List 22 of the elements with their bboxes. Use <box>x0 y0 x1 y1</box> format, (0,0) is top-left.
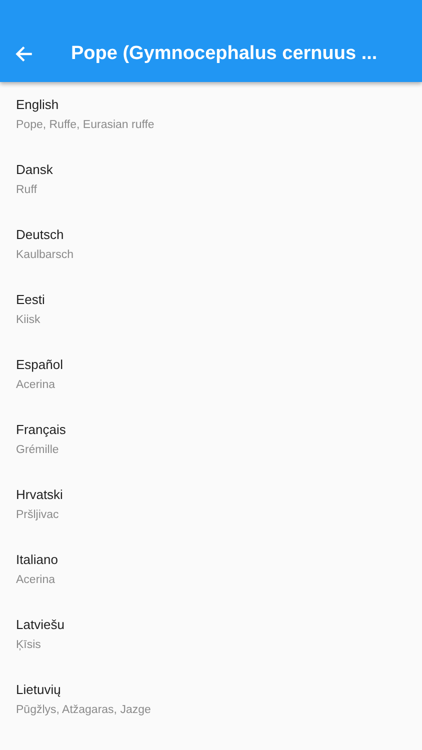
language-label: Deutsch <box>16 226 64 244</box>
language-label: Dansk <box>16 161 53 179</box>
screen-title: Pope (Gymnocephalus cernuus ... <box>71 42 378 66</box>
language-label: Español <box>16 356 63 374</box>
common-name: Pūgžlys, Atžagaras, Jazge <box>16 703 151 718</box>
common-name: Kaulbarsch <box>16 248 74 263</box>
common-name: Acerina <box>16 378 55 393</box>
language-label: Français <box>16 421 66 439</box>
common-name: Pope, Ruffe, Eurasian ruffe <box>16 118 154 133</box>
common-name: Pršljivac <box>16 508 59 523</box>
common-name: Kiisk <box>16 313 40 328</box>
common-name: Grémille <box>16 443 59 458</box>
language-label: Hrvatski <box>16 486 63 504</box>
back-arrow-icon <box>15 45 33 63</box>
common-name: Ruff <box>16 183 37 198</box>
language-label: Italiano <box>16 551 58 569</box>
language-label: Latviešu <box>16 616 64 634</box>
common-name: Ķīsis <box>16 638 41 653</box>
common-name: Acerina <box>16 573 55 588</box>
language-label: Eesti <box>16 291 45 309</box>
language-label: English <box>16 96 59 114</box>
language-label: Lietuvių <box>16 681 61 699</box>
